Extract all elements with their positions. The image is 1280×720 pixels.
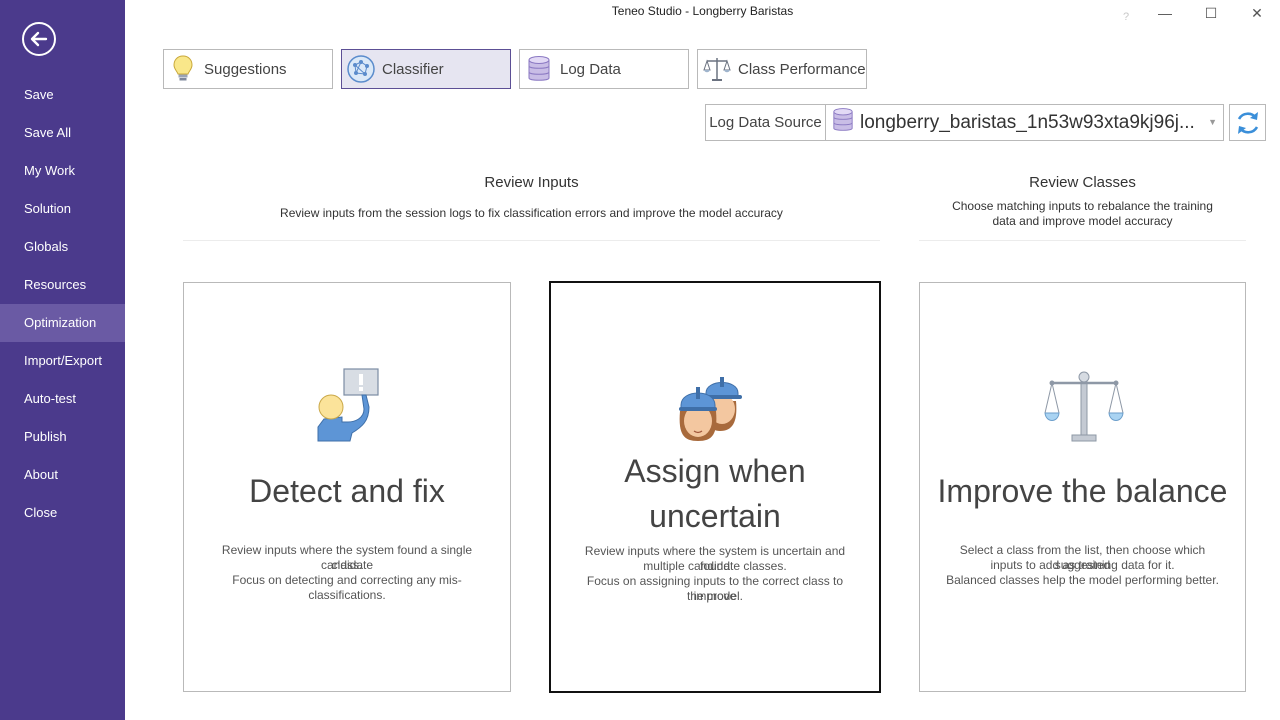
assign-when-uncertain-title-line-2: uncertain (649, 498, 781, 534)
review-classes-title: Review Classes (1029, 174, 1136, 191)
lightbulb-icon (168, 54, 198, 84)
minimize-button[interactable]: — (1154, 4, 1176, 22)
assign-when-uncertain-title-line-1: Assign when (624, 453, 806, 489)
assign-when-uncertain-card[interactable]: Assign when uncertain Review inputs wher… (549, 281, 881, 693)
workers-icon (676, 365, 756, 448)
review-inputs-description: Review inputs from the session logs to f… (280, 206, 783, 220)
sidebar-item-save[interactable]: Save (0, 76, 125, 114)
chevron-down-icon: ▼ (1208, 117, 1217, 127)
tab-log-data[interactable]: Log Data (519, 49, 689, 89)
tab-class-performance-label: Class Performance (738, 60, 866, 78)
divider (919, 240, 1246, 241)
detect-and-fix-title: Detect and fix (249, 473, 445, 509)
detect-and-fix-card[interactable]: Detect and fix Review inputs where the s… (183, 282, 511, 692)
tab-classifier-label: Classifier (382, 60, 444, 78)
detect-and-fix-desc-2: class. (331, 558, 363, 572)
sidebar: Save Save All My Work Solution Globals R… (0, 0, 125, 720)
detect-and-fix-desc-3: Focus on detecting and correcting any mi… (232, 573, 462, 602)
sidebar-item-publish[interactable]: Publish (0, 418, 125, 456)
window-title: Teneo Studio - Longberry Baristas (611, 4, 794, 18)
improve-the-balance-desc-3: Balanced classes help the model performi… (946, 573, 1219, 587)
refresh-icon (1237, 111, 1258, 134)
improve-the-balance-title: Improve the balance (937, 473, 1228, 509)
database-icon (832, 106, 854, 139)
maximize-button[interactable]: ☐ (1200, 4, 1222, 22)
help-button[interactable]: ? (1115, 8, 1137, 26)
person-alert-icon (314, 367, 384, 450)
sidebar-item-resources[interactable]: Resources (0, 266, 125, 304)
review-inputs-title: Review Inputs (484, 174, 579, 191)
tab-log-data-label: Log Data (560, 60, 621, 78)
sidebar-item-save-all[interactable]: Save All (0, 114, 125, 152)
improve-the-balance-desc-2: inputs to add as training data for it. (990, 558, 1175, 572)
log-data-source-dropdown[interactable]: longberry_baristas_1n53w93xta9kj96j... ▼ (826, 105, 1223, 140)
back-button[interactable] (22, 22, 56, 56)
assign-when-uncertain-desc-2: multiple candidate classes. (643, 559, 787, 573)
scales-icon (1044, 367, 1124, 450)
sidebar-item-my-work[interactable]: My Work (0, 152, 125, 190)
refresh-button[interactable] (1229, 104, 1266, 141)
review-classes-description-line-1: Choose matching inputs to rebalance the … (952, 199, 1213, 213)
classifier-icon (346, 54, 376, 84)
log-data-source-value: longberry_baristas_1n53w93xta9kj96j... (860, 111, 1195, 133)
sidebar-item-import-export[interactable]: Import/Export (0, 342, 125, 380)
tab-suggestions-label: Suggestions (204, 60, 287, 78)
database-icon (524, 54, 554, 84)
sidebar-item-auto-test[interactable]: Auto-test (0, 380, 125, 418)
sidebar-item-about[interactable]: About (0, 456, 125, 494)
sidebar-item-globals[interactable]: Globals (0, 228, 125, 266)
tab-suggestions[interactable]: Suggestions (163, 49, 333, 89)
divider (183, 240, 880, 241)
sidebar-item-close[interactable]: Close (0, 494, 125, 532)
review-classes-description-line-2: data and improve model accuracy (992, 214, 1173, 228)
sidebar-item-optimization[interactable]: Optimization (0, 304, 125, 342)
sidebar-item-solution[interactable]: Solution (0, 190, 125, 228)
log-data-source-label: Log Data Source (706, 105, 826, 140)
assign-when-uncertain-desc-4: the model. (686, 589, 744, 603)
log-data-source: Log Data Source longberry_baristas_1n53w… (705, 104, 1224, 141)
improve-the-balance-card[interactable]: Improve the balance Select a class from … (919, 282, 1246, 692)
arrow-left-icon (30, 31, 48, 47)
tab-classifier[interactable]: Classifier (341, 49, 511, 89)
tab-class-performance[interactable]: Class Performance (697, 49, 867, 89)
scales-icon (702, 54, 732, 84)
close-window-button[interactable]: ✕ (1246, 4, 1268, 22)
